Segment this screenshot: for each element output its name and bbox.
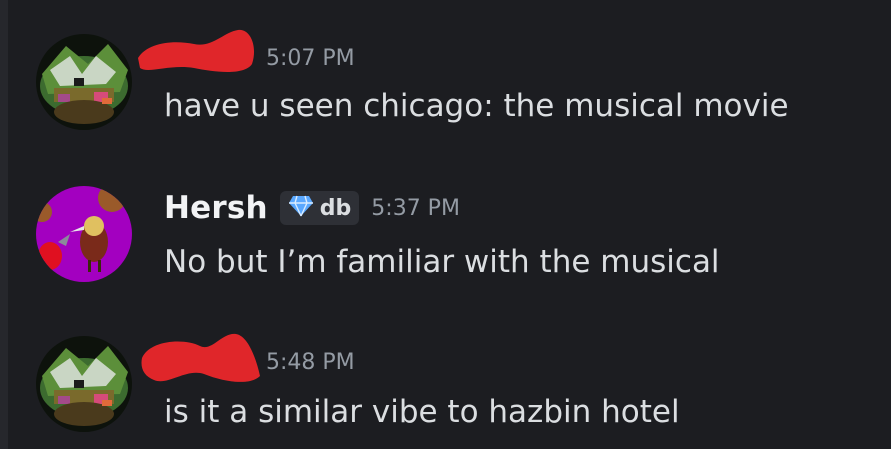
message-2[interactable]: Hersh db 5:37 PM No but I’m familiar wit… <box>0 150 891 300</box>
redacted-username <box>134 24 262 84</box>
message-text: have u seen chicago: the musical movie <box>164 88 789 124</box>
message-timestamp: 5:37 PM <box>371 195 460 221</box>
server-tag[interactable]: db <box>279 191 360 225</box>
message-text: is it a similar vibe to hazbin hotel <box>164 394 680 430</box>
tag-label: db <box>319 195 352 221</box>
message-header: 5:48 PM <box>141 333 355 382</box>
message-header: Hersh db 5:37 PM <box>164 190 460 226</box>
message-author[interactable]: Hersh <box>164 190 268 226</box>
message-1[interactable]: 5:07 PM have u seen chicago: the musical… <box>0 0 891 150</box>
message-text: No but I’m familiar with the musical <box>164 244 720 280</box>
turtle-pixel-avatar[interactable] <box>36 336 132 432</box>
message-header: 5:07 PM <box>138 29 355 72</box>
turtle-pixel-avatar[interactable] <box>36 34 132 130</box>
bird-balloon-avatar[interactable] <box>36 186 132 282</box>
chat-messages: 5:07 PM have u seen chicago: the musical… <box>0 0 891 449</box>
message-timestamp: 5:07 PM <box>266 46 355 71</box>
redacted-username <box>140 328 264 394</box>
diamond-icon <box>288 195 314 221</box>
message-timestamp: 5:48 PM <box>266 350 355 375</box>
message-3[interactable]: 5:48 PM is it a similar vibe to hazbin h… <box>0 300 891 449</box>
